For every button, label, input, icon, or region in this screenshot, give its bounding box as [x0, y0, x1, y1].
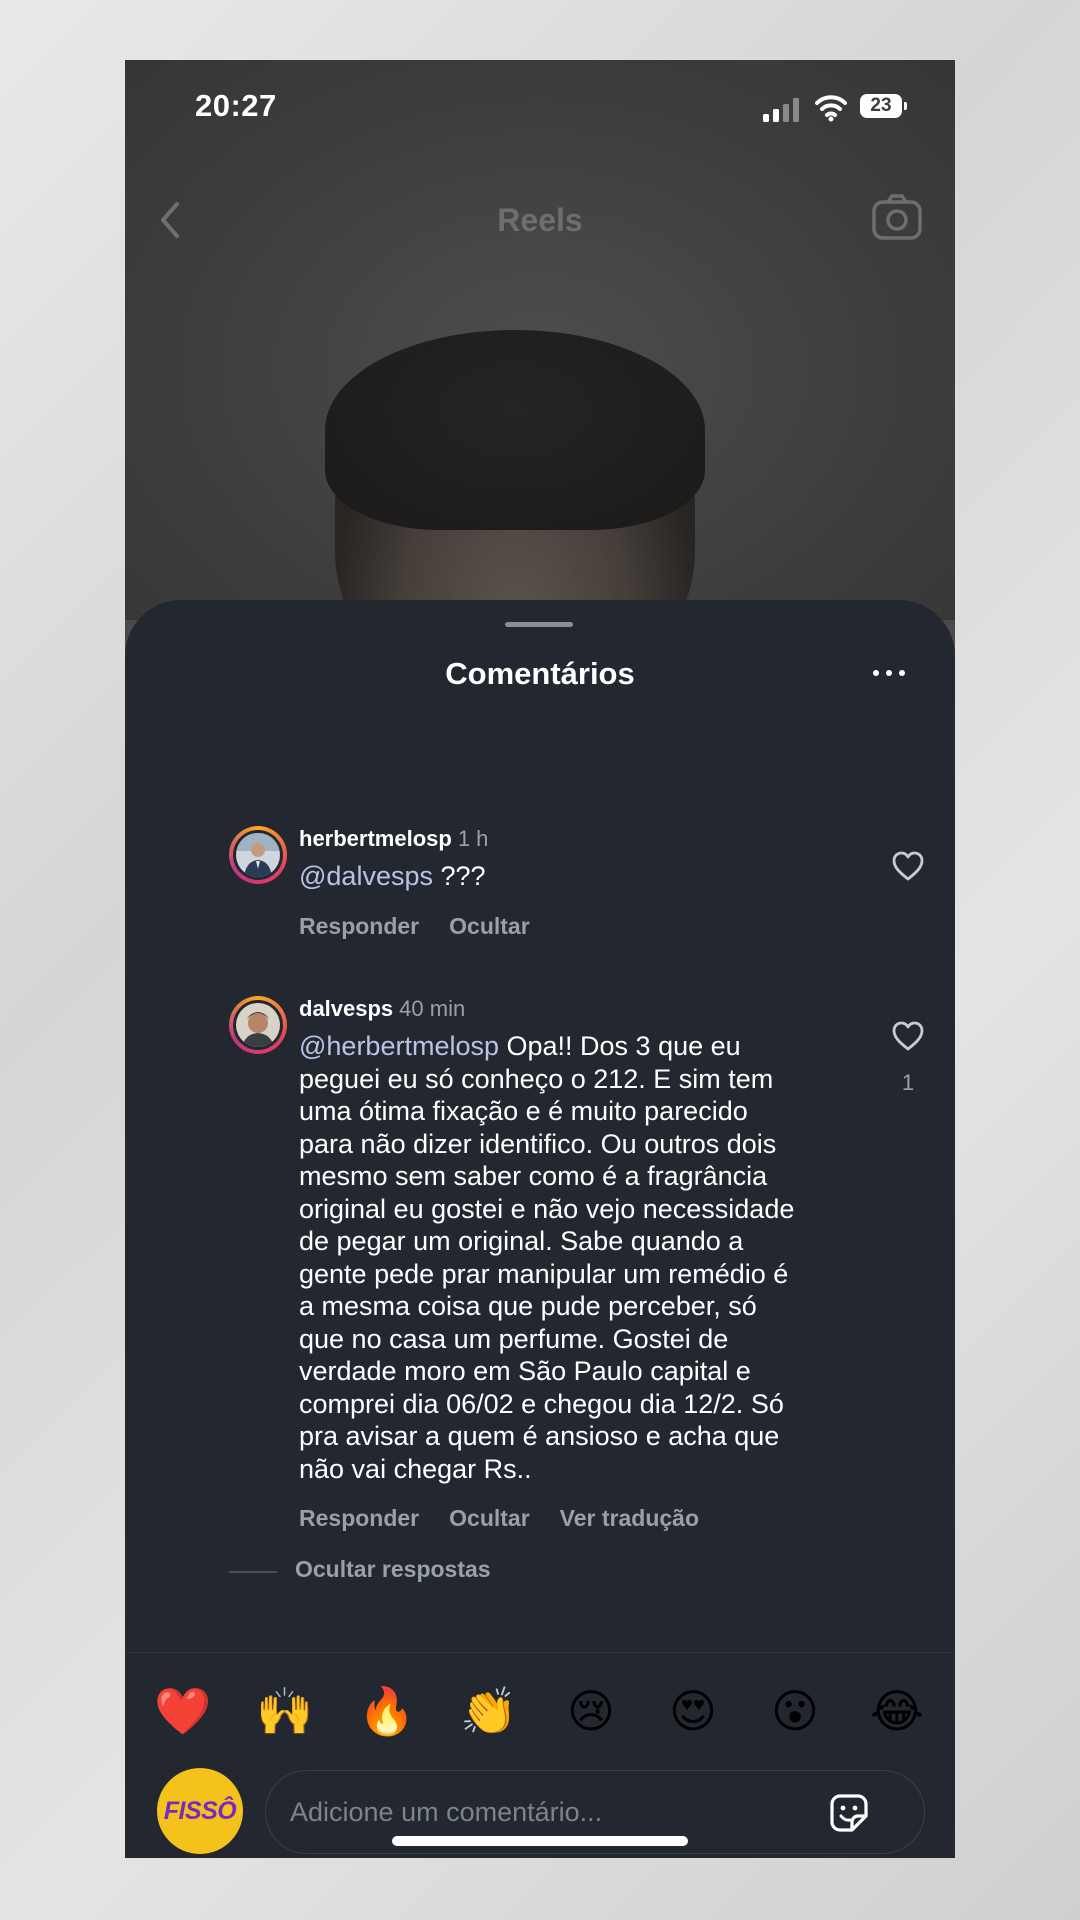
- home-indicator[interactable]: [392, 1836, 688, 1846]
- reels-title: Reels: [497, 202, 583, 238]
- like-count: 1: [901, 1070, 915, 1095]
- see-translation-button[interactable]: Ver tradução: [560, 1505, 699, 1531]
- hide-comment-button[interactable]: Ocultar: [449, 1505, 530, 1531]
- sheet-grabber[interactable]: [505, 622, 573, 627]
- reaction-emoji[interactable]: 😂: [867, 1681, 927, 1741]
- sheet-title: Comentários: [445, 656, 635, 691]
- comment-text: @dalvesps ???: [299, 860, 859, 893]
- sticker-icon[interactable]: [826, 1790, 872, 1836]
- current-user-avatar[interactable]: FISSÔ: [157, 1768, 243, 1854]
- avatar[interactable]: [229, 996, 287, 1054]
- heart-outline-icon[interactable]: [891, 850, 925, 882]
- reaction-emoji[interactable]: 🔥: [357, 1681, 417, 1741]
- reaction-emoji[interactable]: ❤️: [153, 1681, 213, 1741]
- avatar-photo: [236, 833, 280, 877]
- comment-message: Opa!! Dos 3 que eu peguei eu só conheço …: [299, 1031, 795, 1484]
- status-bar: 20:27 23: [125, 60, 955, 150]
- cellular-signal-icon: [763, 98, 799, 122]
- comment-time: 1 h: [457, 826, 489, 851]
- comment-message: ???: [432, 861, 486, 891]
- reaction-emoji[interactable]: 👏: [459, 1681, 519, 1741]
- hide-replies-label: Ocultar respostas: [295, 1556, 491, 1582]
- phone-screen: 20:27 23 Reels Comentários herbertmelosp…: [125, 60, 955, 1858]
- reaction-emoji[interactable]: 😍: [663, 1681, 723, 1741]
- replies-divider: [229, 1571, 277, 1573]
- heart-outline-icon[interactable]: [891, 1020, 925, 1052]
- wifi-icon: [815, 95, 847, 122]
- quick-reactions-bar: ❤️ 🙌 🔥 👏 😢 😍 😮 😂: [125, 1652, 955, 1743]
- comment-body: herbertmelosp 1 h @dalvesps ??? Responder…: [299, 826, 859, 940]
- camera-icon[interactable]: [871, 192, 923, 244]
- reaction-emoji[interactable]: 😢: [561, 1681, 621, 1741]
- comment-body: dalvesps 40 min @herbertmelosp Opa!! Dos …: [299, 996, 859, 1532]
- comment-mention[interactable]: @herbertmelosp: [299, 1031, 499, 1061]
- reply-button[interactable]: Responder: [299, 913, 419, 939]
- comment-text: @herbertmelosp Opa!! Dos 3 que eu peguei…: [299, 1030, 859, 1485]
- hide-comment-button[interactable]: Ocultar: [449, 913, 530, 939]
- comment-username[interactable]: dalvesps: [299, 996, 393, 1021]
- more-horizontal-icon[interactable]: [873, 670, 907, 678]
- comment-time: 40 min: [399, 996, 466, 1021]
- comment-actions: Responder Ocultar Ver tradução: [299, 1505, 859, 1532]
- comment-mention[interactable]: @dalvesps: [299, 861, 433, 891]
- status-time: 20:27: [195, 88, 277, 123]
- avatar[interactable]: [229, 826, 287, 884]
- avatar-photo: [236, 1003, 280, 1047]
- battery-indicator: 23: [860, 94, 907, 118]
- reaction-emoji[interactable]: 🙌: [255, 1681, 315, 1741]
- reaction-emoji[interactable]: 😮: [765, 1681, 825, 1741]
- reply-button[interactable]: Responder: [299, 1505, 419, 1531]
- comment-username[interactable]: herbertmelosp: [299, 826, 452, 851]
- reels-top-nav: Reels: [125, 178, 955, 258]
- comments-sheet: Comentários herbertmelosp 1 h @dalvesps …: [125, 600, 955, 1858]
- comment-actions: Responder Ocultar: [299, 913, 859, 940]
